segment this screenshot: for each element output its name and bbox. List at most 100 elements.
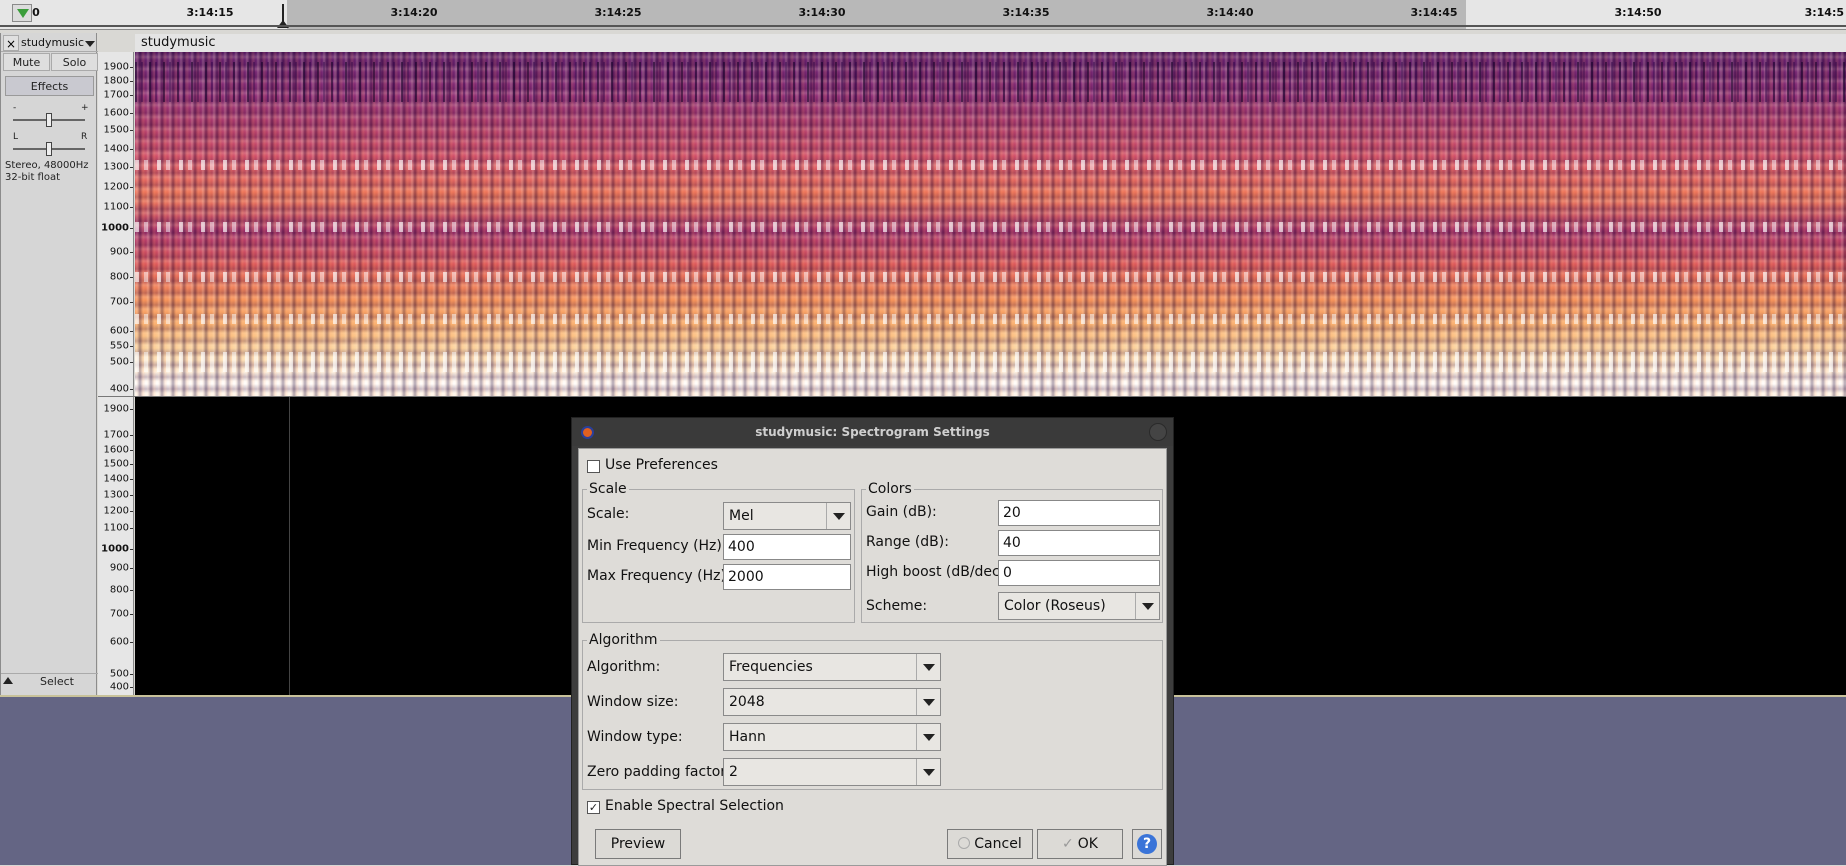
- close-track-button[interactable]: ×: [3, 35, 19, 51]
- spectrogram-band: [135, 160, 1846, 170]
- ok-button-label: OK: [1077, 836, 1098, 852]
- high-boost-label: High boost (dB/dec):: [866, 564, 1010, 580]
- colors-group: Colors Gain (dB): 20 Range (dB): 40 High…: [861, 481, 1163, 623]
- frequency-tick-mark: [130, 362, 133, 363]
- check-icon: ✓: [1062, 836, 1074, 852]
- track-title-bar[interactable]: studymusic: [135, 34, 1846, 52]
- scale-dropdown[interactable]: Mel: [723, 502, 851, 530]
- window-type-dropdown[interactable]: Hann: [723, 723, 941, 751]
- max-frequency-field[interactable]: 2000: [723, 564, 851, 590]
- frequency-tick-label: 1900: [103, 61, 129, 73]
- frequency-tick-mark: [130, 252, 133, 253]
- window-size-label: Window size:: [587, 694, 679, 710]
- frequency-tick-mark: [130, 528, 133, 529]
- frequency-tick-label: 1800: [103, 75, 129, 87]
- algorithm-label: Algorithm:: [587, 659, 661, 675]
- frequency-tick-label: 1500: [103, 124, 129, 136]
- frequency-tick-label: 600: [109, 325, 129, 337]
- mute-button[interactable]: Mute: [3, 53, 50, 71]
- spectrogram-settings-dialog: studymusic: Spectrogram Settings Use Pre…: [571, 417, 1174, 866]
- ok-button[interactable]: ✓ OK: [1037, 829, 1123, 859]
- frequency-tick-mark: [130, 228, 133, 229]
- high-boost-field[interactable]: 0: [998, 560, 1160, 586]
- chevron-down-icon: [916, 724, 940, 750]
- frequency-tick-mark: [130, 549, 133, 550]
- use-preferences-checkbox[interactable]: [587, 460, 600, 473]
- pan-slider-thumb[interactable]: [46, 142, 52, 156]
- frequency-tick-mark: [130, 479, 133, 480]
- frequency-tick-label: 1300: [103, 489, 129, 501]
- help-icon: ?: [1137, 834, 1157, 854]
- window-size-dropdown-value: 2048: [729, 694, 765, 710]
- gain-slider-thumb[interactable]: [46, 113, 52, 127]
- frequency-tick-label: 400: [109, 383, 129, 395]
- chevron-down-icon: [826, 503, 850, 529]
- frequency-tick-mark: [130, 81, 133, 82]
- max-frequency-label: Max Frequency (Hz):: [587, 568, 731, 584]
- frequency-tick-mark: [130, 674, 133, 675]
- scale-label: Scale:: [587, 506, 630, 522]
- frequency-tick-mark: [130, 389, 133, 390]
- frequency-tick-mark: [130, 642, 133, 643]
- frequency-tick-label: 1700: [103, 89, 129, 101]
- timeline-tick-label: 3:14:50: [1614, 6, 1662, 19]
- algorithm-group: Algorithm Algorithm: Frequencies Window …: [582, 632, 1163, 790]
- frequency-tick-mark: [130, 187, 133, 188]
- scheme-label: Scheme:: [866, 598, 928, 614]
- cancel-icon: [958, 837, 971, 849]
- zero-padding-dropdown[interactable]: 2: [723, 758, 941, 786]
- cancel-button-label: Cancel: [974, 836, 1022, 852]
- frequency-tick-label: 1100: [103, 201, 129, 213]
- chevron-down-icon[interactable]: [85, 41, 95, 47]
- scale-group-title: Scale: [587, 481, 629, 497]
- solo-button[interactable]: Solo: [51, 53, 98, 71]
- track-header: × studymusic: [1, 34, 98, 52]
- pan-slider[interactable]: [13, 142, 85, 156]
- scale-group: Scale Scale: Mel Min Frequency (Hz): 400…: [582, 481, 855, 623]
- zero-padding-dropdown-value: 2: [729, 764, 738, 780]
- min-frequency-field[interactable]: 400: [723, 534, 851, 560]
- timeline-tick-label: 3:14:35: [1002, 6, 1050, 19]
- algorithm-dropdown-value: Frequencies: [729, 659, 813, 675]
- frequency-tick-label: 800: [109, 584, 129, 596]
- range-label: Range (dB):: [866, 534, 949, 550]
- frequency-tick-mark: [130, 302, 133, 303]
- gain-plus-label: +: [81, 103, 89, 113]
- dialog-titlebar[interactable]: studymusic: Spectrogram Settings: [572, 418, 1173, 446]
- format-depth: 32-bit float: [5, 172, 61, 183]
- chevron-down-icon: [916, 689, 940, 715]
- frequency-tick-label: 400: [109, 681, 129, 693]
- spectrogram-left-channel[interactable]: [135, 52, 1846, 396]
- select-track-button[interactable]: Select: [23, 675, 91, 689]
- scheme-dropdown[interactable]: Color (Roseus): [998, 592, 1160, 620]
- range-field[interactable]: 40: [998, 530, 1160, 556]
- window-type-dropdown-value: Hann: [729, 729, 766, 745]
- algorithm-dropdown[interactable]: Frequencies: [723, 653, 941, 681]
- frequency-tick-mark: [130, 568, 133, 569]
- enable-spectral-selection-checkbox[interactable]: ✓: [587, 801, 600, 814]
- preview-button[interactable]: Preview: [595, 829, 681, 859]
- frequency-tick-label: 1700: [103, 429, 129, 441]
- frequency-tick-label: 700: [109, 608, 129, 620]
- cancel-button[interactable]: Cancel: [947, 829, 1033, 859]
- frequency-tick-label: 1400: [103, 473, 129, 485]
- timeline-tick-label: 3:14:15: [186, 6, 234, 19]
- frequency-tick-mark: [130, 409, 133, 410]
- window-type-label: Window type:: [587, 729, 683, 745]
- play-head-icon[interactable]: [12, 4, 32, 22]
- close-icon[interactable]: [1149, 423, 1167, 441]
- effects-button[interactable]: Effects: [5, 76, 94, 96]
- help-button[interactable]: ?: [1132, 829, 1162, 859]
- timeline-ruler[interactable]: 0 3:14:15 3:14:20 3:14:25 3:14:30 3:14:35 3:14…: [0, 0, 1846, 30]
- frequency-tick-mark: [130, 113, 133, 114]
- window-size-dropdown[interactable]: 2048: [723, 688, 941, 716]
- frequency-tick-mark: [130, 590, 133, 591]
- collapse-icon[interactable]: [3, 677, 13, 684]
- gain-field[interactable]: 20: [998, 500, 1160, 526]
- frequency-tick-label: 550: [109, 340, 129, 352]
- gain-slider[interactable]: [13, 113, 85, 127]
- frequency-tick-mark: [130, 614, 133, 615]
- frequency-tick-mark: [130, 511, 133, 512]
- timeline-tick-label: 0: [32, 6, 40, 19]
- cursor-marker[interactable]: [277, 4, 289, 28]
